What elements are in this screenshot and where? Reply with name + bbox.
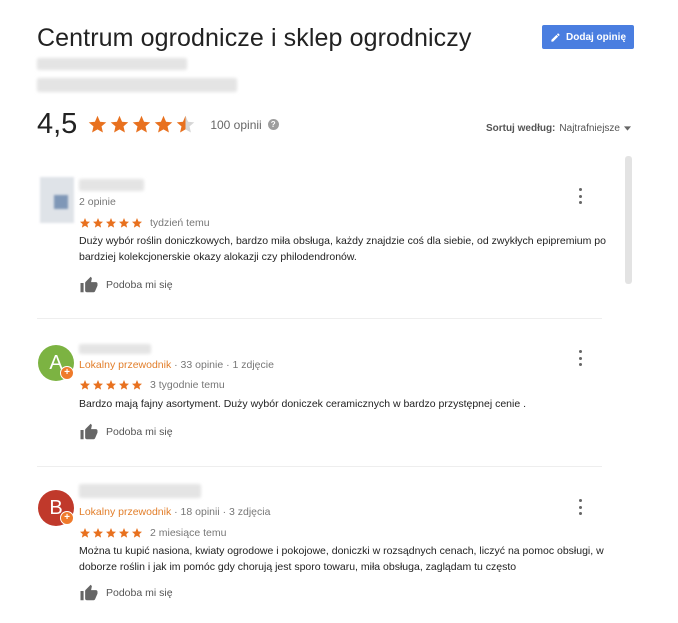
address-blurred — [37, 58, 187, 70]
add-review-label: Dodaj opinię — [566, 31, 626, 43]
thumbs-up-icon — [80, 276, 98, 293]
chevron-down-icon — [624, 126, 631, 131]
sort-control[interactable]: Sortuj według: Najtrafniejsze — [486, 123, 631, 134]
review-rating-line: 3 tygodnie temu — [79, 379, 225, 391]
review-rating-line: tydzień temu — [79, 217, 210, 229]
like-label: Podoba mi się — [106, 586, 173, 599]
star-icon — [106, 528, 116, 538]
local-guide-badge-icon: + — [60, 366, 74, 380]
review-stars — [79, 379, 143, 391]
star-icon — [93, 218, 103, 228]
reviewer-meta: 2 opinie — [79, 196, 116, 208]
star-icon — [119, 528, 129, 538]
scrollbar-thumb[interactable] — [625, 156, 632, 284]
star-icon — [80, 380, 90, 390]
star-icon — [119, 218, 129, 228]
reviewer-meta: Lokalny przewodnik · 18 opinii · 3 zdjęc… — [79, 506, 271, 518]
place-title: Centrum ogrodnicze i sklep ogrodniczy — [37, 24, 472, 52]
reviewer-meta: Lokalny przewodnik · 33 opinie · 1 zdjęc… — [79, 359, 274, 371]
review-text: Bardzo mają fajny asortyment. Duży wybór… — [79, 398, 527, 410]
rating-summary: 4,5 100 opinii ? — [37, 108, 279, 141]
add-review-button[interactable]: Dodaj opinię — [542, 25, 634, 49]
like-button[interactable]: Podoba mi się — [79, 276, 173, 293]
more-options-icon[interactable] — [574, 188, 586, 204]
local-guide-badge-icon: + — [60, 511, 74, 525]
thumbs-up-icon — [80, 584, 98, 601]
divider — [37, 318, 602, 319]
help-icon[interactable]: ? — [267, 119, 279, 130]
star-icon — [80, 218, 90, 228]
star-icon — [80, 528, 90, 538]
average-rating: 4,5 — [37, 108, 78, 140]
pencil-icon — [551, 32, 560, 42]
review-stars — [79, 217, 143, 229]
divider — [37, 466, 602, 467]
sort-label: Sortuj według: — [485, 123, 556, 134]
star-icon — [177, 115, 195, 133]
review-text: Można tu kupić nasiona, kwiaty ogrodowe … — [79, 545, 604, 573]
review-count: 100 opinii — [210, 117, 262, 132]
like-button[interactable]: Podoba mi się — [79, 584, 173, 601]
review-text: Duży wybór roślin doniczkowych, bardzo m… — [79, 235, 606, 263]
review-time: tydzień temu — [150, 217, 210, 229]
avatar[interactable] — [40, 177, 74, 223]
star-icon — [119, 380, 129, 390]
star-icon — [106, 218, 116, 228]
star-icon — [89, 115, 107, 133]
star-icon — [93, 528, 103, 538]
like-label: Podoba mi się — [106, 278, 173, 291]
thumbs-up-icon — [80, 423, 98, 440]
star-icon — [93, 380, 103, 390]
review-stars — [79, 527, 143, 539]
reviewer-name-blurred[interactable] — [79, 344, 151, 354]
like-label: Podoba mi się — [106, 425, 173, 438]
review-rating-line: 2 miesiące temu — [79, 527, 226, 539]
like-button[interactable]: Podoba mi się — [79, 423, 173, 440]
more-options-icon[interactable] — [574, 499, 586, 515]
category-blurred — [37, 78, 237, 92]
star-icon — [111, 115, 129, 133]
star-icon — [106, 380, 116, 390]
star-icon — [132, 528, 142, 538]
more-options-icon[interactable] — [574, 350, 586, 366]
star-icon — [132, 380, 142, 390]
average-rating-stars — [87, 114, 196, 135]
star-icon — [132, 218, 142, 228]
reviewer-name-blurred[interactable] — [79, 484, 201, 498]
review-time: 3 tygodnie temu — [150, 379, 225, 391]
review-time: 2 miesiące temu — [150, 527, 227, 539]
star-icon — [133, 115, 151, 133]
sort-dropdown[interactable]: Najtrafniejsze — [559, 123, 620, 134]
star-icon — [155, 115, 173, 133]
reviewer-name-blurred[interactable] — [79, 179, 144, 191]
